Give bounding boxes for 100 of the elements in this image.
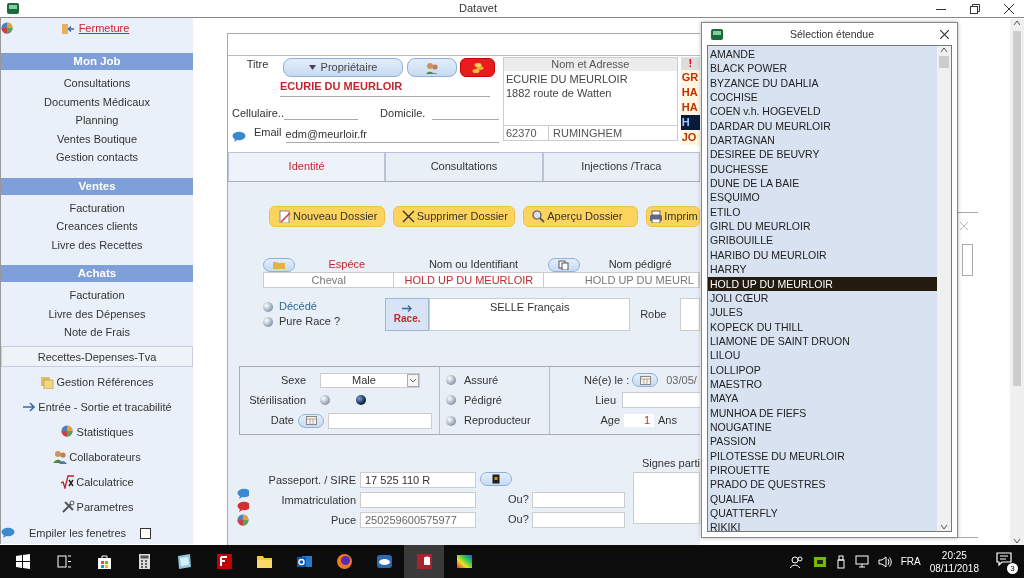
- list-item[interactable]: LILOU: [708, 348, 937, 363]
- pedigree-cell[interactable]: HOLD UP DU MEURL: [544, 273, 699, 287]
- scrollbar[interactable]: [962, 244, 973, 277]
- menu-item[interactable]: Ventes Boutique: [1, 129, 193, 149]
- calendar-button[interactable]: [632, 373, 659, 388]
- report-button[interactable]: Recettes-Depenses-Tva: [1, 345, 193, 367]
- window-app-icon[interactable]: [175, 553, 193, 570]
- close-link[interactable]: Fermeture: [78, 22, 130, 36]
- cloud-icon[interactable]: [375, 553, 393, 570]
- date-field[interactable]: [328, 412, 432, 429]
- list-item[interactable]: HA: [680, 100, 700, 115]
- menu-item[interactable]: Calculatrice: [76, 475, 134, 489]
- menu-item[interactable]: Note de Frais: [1, 323, 193, 342]
- menu-item[interactable]: Planning: [1, 111, 193, 130]
- list-item[interactable]: KOPECK DU THILL: [708, 319, 937, 334]
- radio-button[interactable]: [320, 395, 330, 406]
- input-field[interactable]: [532, 512, 625, 528]
- language-indicator[interactable]: FRA: [900, 555, 921, 568]
- menu-item[interactable]: Facturation: [1, 286, 193, 305]
- radio-button[interactable]: [263, 317, 273, 327]
- menu-item[interactable]: Gestion Références: [56, 375, 154, 389]
- restore-icon[interactable]: [970, 3, 980, 14]
- input-field[interactable]: [532, 492, 625, 508]
- globe-icon[interactable]: [335, 553, 353, 570]
- list-item[interactable]: LIAMONE DE SAINT DRUON: [708, 333, 937, 349]
- list-item[interactable]: JULES: [708, 305, 937, 320]
- name-cell[interactable]: HOLD UP DU MEURLOIR: [394, 273, 545, 287]
- list-item[interactable]: ETILO: [708, 204, 937, 220]
- people-icon[interactable]: [789, 554, 804, 569]
- list-item[interactable]: PIROUETTE: [708, 462, 937, 478]
- scrollbar[interactable]: [1010, 19, 1024, 545]
- list-item[interactable]: COEN v.h. HOGEVELD: [708, 104, 937, 119]
- list-item[interactable]: MAESTRO: [708, 376, 937, 392]
- city-field[interactable]: RUMINGHEM: [549, 126, 623, 140]
- chip-icon[interactable]: [812, 555, 827, 568]
- list-item[interactable]: PASSION: [708, 434, 937, 449]
- list-item[interactable]: HARIBO DU MEURLOIR: [708, 247, 937, 263]
- place-field[interactable]: [622, 392, 700, 409]
- radio-button[interactable]: [356, 395, 366, 406]
- radio-button[interactable]: [263, 302, 273, 312]
- radio-button[interactable]: [446, 375, 456, 386]
- menu-item[interactable]: Consultations: [1, 74, 193, 93]
- scroll-thumb[interactable]: [1013, 31, 1021, 386]
- list-item[interactable]: MUNHOA DE FIEFS: [708, 405, 937, 420]
- shopping-bag-icon[interactable]: [95, 553, 113, 570]
- passport-button[interactable]: [480, 472, 512, 486]
- input-field[interactable]: 17 525 110 R: [360, 472, 476, 488]
- list-item[interactable]: QUATTERFLY: [708, 506, 937, 521]
- clock-date[interactable]: 08/11/2018: [929, 561, 979, 575]
- list-item[interactable]: GR: [680, 70, 700, 85]
- list-item[interactable]: DUCHESSE: [708, 161, 937, 177]
- list-item[interactable]: DARTAGNAN: [708, 133, 937, 148]
- list-item[interactable]: HA: [680, 85, 700, 100]
- list-item[interactable]: MAYA: [708, 391, 937, 406]
- menu-item[interactable]: Livre des Dépenses: [1, 304, 193, 324]
- menu-item[interactable]: Documents Médicaux: [1, 92, 193, 112]
- menu-item[interactable]: Entrée - Sortie et tracabilité: [38, 400, 172, 414]
- notification-button[interactable]: 3: [996, 551, 1016, 572]
- copy-button[interactable]: [548, 257, 581, 272]
- race-button[interactable]: Race.: [385, 298, 430, 331]
- list-item[interactable]: H: [680, 115, 700, 130]
- input-field[interactable]: [360, 492, 476, 508]
- gradient-icon[interactable]: [455, 553, 473, 570]
- list-item[interactable]: RIKIKI: [708, 520, 937, 531]
- folder-icon[interactable]: [255, 553, 273, 570]
- list-item[interactable]: HARRY: [708, 262, 937, 277]
- task-view-icon[interactable]: [55, 553, 73, 570]
- input-field[interactable]: edm@meurloir.fr: [285, 128, 499, 143]
- action-button[interactable]: Aperçu Dossier: [523, 206, 639, 227]
- owner-type-button[interactable]: Propriétaire: [283, 58, 403, 77]
- robe-field[interactable]: [680, 298, 700, 331]
- radio-button[interactable]: [446, 415, 456, 426]
- list-item[interactable]: JO: [680, 130, 700, 145]
- radio-button[interactable]: [446, 395, 456, 406]
- stack-windows-checkbox[interactable]: [140, 527, 151, 539]
- age-field[interactable]: 1: [624, 414, 654, 428]
- mail-icon[interactable]: [295, 553, 313, 570]
- menu-item[interactable]: Facturation: [1, 198, 193, 218]
- scrollbar[interactable]: [937, 46, 951, 531]
- list-item[interactable]: GIRL DU MEURLOIR: [708, 219, 937, 234]
- app-icon[interactable]: [215, 553, 233, 570]
- close-icon[interactable]: [940, 29, 949, 39]
- network-icon[interactable]: [854, 555, 869, 568]
- list-item[interactable]: PRADO DE QUESTRES: [708, 477, 937, 492]
- menu-item[interactable]: Creances clients: [1, 217, 193, 236]
- postcode-field[interactable]: 62370: [504, 126, 549, 140]
- input-field[interactable]: 250259600575977: [360, 512, 476, 528]
- list-item[interactable]: HOLD UP DU MEURLOIR: [708, 276, 937, 291]
- contacts-button[interactable]: [407, 58, 457, 77]
- menu-item[interactable]: Livre des Recettes: [1, 235, 193, 255]
- scroll-thumb[interactable]: [939, 56, 949, 68]
- calendar-button[interactable]: [298, 413, 324, 428]
- action-button[interactable]: Imprim: [646, 206, 700, 227]
- menu-item[interactable]: Gestion contacts: [1, 148, 193, 167]
- list-item[interactable]: DUNE DE LA BAIE: [708, 176, 937, 191]
- list-item[interactable]: GRIBOUILLE: [708, 233, 937, 248]
- menu-item[interactable]: Statistiques: [76, 425, 134, 439]
- species-cell[interactable]: Cheval: [264, 273, 395, 287]
- list-item[interactable]: DARDAR DU MEURLOIR: [708, 118, 937, 134]
- list-item[interactable]: COCHISE: [708, 90, 937, 105]
